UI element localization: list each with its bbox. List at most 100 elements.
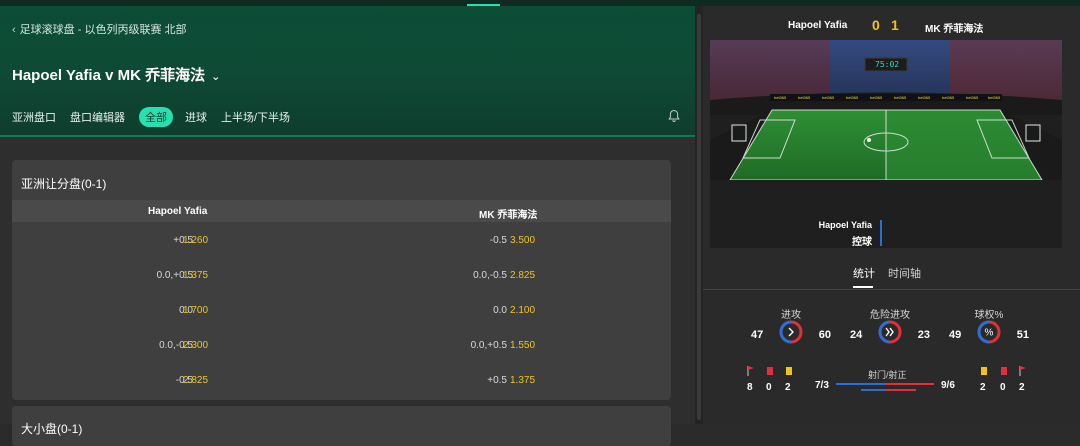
stat-away-value: 51 (1016, 329, 1029, 341)
tab-timeline[interactable]: 时间轴 (888, 265, 921, 281)
market2-title[interactable]: 大小盘(0-1) (21, 420, 82, 437)
stat-home-value: 47 (751, 329, 764, 341)
odds-row: +0.5 1.260 -0.5 3.500 (12, 222, 671, 257)
market-tabs: 亚洲盘口 盘口编辑器 全部 进球 上半场/下半场 (12, 107, 304, 127)
away-line: 0.0 (493, 305, 507, 316)
away-line: +0.5 (487, 375, 507, 386)
active-tab-underline (853, 286, 873, 288)
svg-text:bet365: bet365 (846, 95, 859, 100)
away-line: -0.5 (489, 235, 507, 246)
home-team-name: Hapoel Yafia (788, 20, 848, 31)
breadcrumb-text: 足球滚球盘 - 以色列丙级联赛 北部 (19, 24, 187, 36)
away-odds-button[interactable]: 2.825 (510, 270, 535, 281)
away-line: 0.0,-0.5 (473, 270, 507, 281)
away-score: 1 (891, 17, 899, 33)
away-yellow-cards: 2 (980, 382, 986, 393)
stat-label: 球权% (974, 310, 1004, 321)
svg-text:bet365: bet365 (774, 95, 787, 100)
stat-label: 危险进攻 (870, 310, 910, 321)
asian-handicap-card: 亚洲让分盘(0-1) Hapoel Yafia MK 乔菲海法 +0.5 1.26… (12, 160, 671, 400)
home-yellow-cards: 2 (785, 382, 791, 393)
svg-text:bet365: bet365 (918, 95, 931, 100)
stat-attacks: 进攻 47 60 (751, 306, 831, 356)
odds-row: -0.5 2.825 +0.5 1.375 (12, 362, 671, 397)
over-under-card: 大小盘(0-1) (12, 406, 671, 446)
odds-row: 0.0 1.700 0.0 2.100 (12, 292, 671, 327)
possession-state: 控球 (852, 237, 872, 248)
away-odds-button[interactable]: 1.375 (510, 375, 535, 386)
home-odds-button[interactable]: 1.375 (183, 270, 208, 281)
match-title-text: Hapoel Yafia v MK 乔菲海法 (12, 67, 206, 84)
header-divider (0, 135, 695, 137)
home-odds-button[interactable]: 2.825 (183, 375, 208, 386)
chevron-left-icon: ‹ (12, 24, 16, 36)
scrollbar-thumb[interactable] (697, 14, 701, 420)
away-line: 0.0,+0.5 (470, 340, 507, 351)
svg-text:bet365: bet365 (870, 95, 883, 100)
svg-text:%: % (985, 328, 994, 339)
percent-icon: % (977, 320, 1001, 344)
home-red-cards: 0 (766, 382, 772, 393)
home-odds-button[interactable]: 2.300 (183, 340, 208, 351)
match-events-summary: 8 0 2 射门/射正 7/3 9/6 2 0 2 (703, 366, 1080, 406)
home-column-label: Hapoel Yafia (148, 206, 208, 217)
stats-tabs: 统计 时间轴 (703, 256, 1080, 290)
yellow-card-icon (981, 367, 987, 375)
svg-text:bet365: bet365 (894, 95, 907, 100)
match-clock: 75:02 (875, 60, 900, 69)
tab-goals[interactable]: 进球 (185, 109, 207, 125)
away-odds-button[interactable]: 3.500 (510, 235, 535, 246)
shots-label: 射门/射正 (868, 370, 907, 380)
corner-flag-icon (1019, 366, 1026, 376)
match-title[interactable]: Hapoel Yafia v MK 乔菲海法 ⌄ (12, 64, 220, 85)
away-odds-button[interactable]: 1.550 (510, 340, 535, 351)
stat-possession: 球权% 49 % 51 (949, 306, 1029, 356)
tab-editor[interactable]: 盘口编辑器 (70, 109, 125, 125)
tab-all[interactable]: 全部 (139, 107, 173, 127)
shots-bars (836, 383, 934, 391)
yellow-card-icon (786, 367, 792, 375)
corner-flag-icon (747, 366, 754, 376)
possession-team: Hapoel Yafia (818, 220, 872, 230)
away-odds-button[interactable]: 2.100 (510, 305, 535, 316)
home-odds-button[interactable]: 1.700 (183, 305, 208, 316)
svg-text:bet365: bet365 (988, 95, 1001, 100)
svg-text:bet365: bet365 (798, 95, 811, 100)
home-corners: 8 (747, 382, 753, 393)
away-column-label: MK 乔菲海法 (479, 210, 538, 221)
red-card-icon (767, 367, 773, 375)
market-title[interactable]: 亚洲让分盘(0-1) (21, 175, 106, 192)
svg-text:bet365: bet365 (942, 95, 955, 100)
bell-icon[interactable] (667, 109, 681, 123)
svg-text:bet365: bet365 (822, 95, 835, 100)
tab-asian[interactable]: 亚洲盘口 (12, 109, 56, 125)
scoreboard: Hapoel Yafia 0 1 MK 乔菲海法 (703, 6, 1080, 40)
away-team-name: MK 乔菲海法 (925, 24, 984, 35)
stat-home-value: 24 (850, 329, 863, 341)
home-odds-button[interactable]: 1.260 (183, 235, 208, 246)
stat-away-value: 23 (917, 329, 930, 341)
red-card-icon (1001, 367, 1007, 375)
double-chevron-icon (878, 320, 902, 344)
tab-halves[interactable]: 上半场/下半场 (221, 109, 290, 125)
stat-label: 进攻 (781, 310, 801, 321)
tab-stats[interactable]: 统计 (853, 265, 875, 281)
match-header: ‹ 足球滚球盘 - 以色列丙级联赛 北部 Hapoel Yafia v MK 乔菲… (0, 6, 695, 137)
stat-dangerous-attacks: 危险进攻 24 23 (850, 306, 930, 356)
odds-row: 0.0,+0.5 1.375 0.0,-0.5 2.825 (12, 257, 671, 292)
away-shots: 9/6 (941, 380, 955, 391)
breadcrumb[interactable]: ‹ 足球滚球盘 - 以色列丙级联赛 北部 (12, 21, 187, 37)
svg-text:bet365: bet365 (966, 95, 979, 100)
live-panel: Hapoel Yafia 0 1 MK 乔菲海法 bet365 bet365 bet… (703, 6, 1080, 424)
stat-home-value: 49 (949, 329, 962, 341)
chevron-right-icon (779, 320, 803, 344)
market-column-header: Hapoel Yafia MK 乔菲海法 (12, 200, 671, 222)
away-red-cards: 0 (1000, 382, 1006, 393)
away-corners: 2 (1019, 382, 1025, 393)
stat-away-value: 60 (818, 329, 831, 341)
market-panel: ‹ 足球滚球盘 - 以色列丙级联赛 北部 Hapoel Yafia v MK 乔菲… (0, 6, 695, 446)
home-shots: 7/3 (815, 380, 829, 391)
chevron-down-icon: ⌄ (211, 71, 221, 83)
odds-row: 0.0,-0.5 2.300 0.0,+0.5 1.550 (12, 327, 671, 362)
possession-bar (880, 220, 882, 246)
